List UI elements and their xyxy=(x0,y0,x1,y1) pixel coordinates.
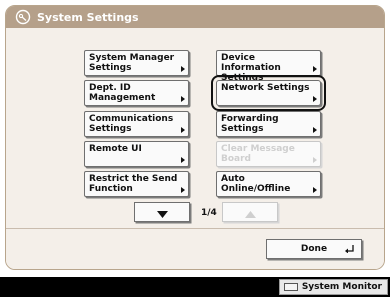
button-label: Clear Message Board xyxy=(221,144,295,164)
submenu-arrow-icon xyxy=(181,157,185,163)
system-manager-settings-button[interactable]: System Manager Settings xyxy=(84,50,189,76)
button-label: Forwarding Settings xyxy=(221,114,279,134)
submenu-arrow-icon xyxy=(313,127,317,133)
button-label: Auto Online/Offline xyxy=(221,174,291,194)
button-label: Communications Settings xyxy=(89,114,174,134)
settings-icon xyxy=(15,9,31,25)
screen: System Settings System Manager Settings … xyxy=(0,0,390,297)
submenu-arrow-icon xyxy=(181,127,185,133)
communications-settings-button[interactable]: Communications Settings xyxy=(84,111,189,137)
page-indicator: 1/4 xyxy=(201,208,217,218)
submenu-arrow-icon xyxy=(181,187,185,193)
settings-menu: System Manager Settings Dept. ID Managem… xyxy=(6,28,384,228)
submenu-arrow-icon xyxy=(181,96,185,102)
status-bar: System Monitor xyxy=(0,277,390,297)
button-label: Remote UI xyxy=(89,144,142,154)
submenu-arrow-icon xyxy=(313,157,317,163)
submenu-arrow-icon xyxy=(313,66,317,72)
remote-ui-button[interactable]: Remote UI xyxy=(84,141,189,167)
dept-id-management-button[interactable]: Dept. ID Management xyxy=(84,80,189,106)
page-up-button xyxy=(222,202,278,222)
title-bar: System Settings xyxy=(6,6,384,28)
button-label: Network Settings xyxy=(221,83,310,93)
system-monitor-button[interactable]: System Monitor xyxy=(278,279,388,295)
button-label: Dept. ID Management xyxy=(89,83,156,103)
down-arrow-icon xyxy=(156,203,168,222)
window-title: System Settings xyxy=(37,10,139,24)
button-label: Device Information Settings xyxy=(221,53,281,83)
footer: Done xyxy=(6,228,384,269)
monitor-icon xyxy=(283,283,298,291)
done-button[interactable]: Done xyxy=(266,239,362,259)
submenu-arrow-icon xyxy=(313,96,317,102)
enter-icon xyxy=(345,245,354,254)
forwarding-settings-button[interactable]: Forwarding Settings xyxy=(216,111,321,137)
auto-online-offline-button[interactable]: Auto Online/Offline xyxy=(216,171,321,197)
system-monitor-label: System Monitor xyxy=(301,282,382,292)
device-information-settings-button[interactable]: Device Information Settings xyxy=(216,50,321,83)
system-settings-window: System Settings System Manager Settings … xyxy=(5,5,385,270)
submenu-arrow-icon xyxy=(181,66,185,72)
page-down-button[interactable] xyxy=(134,202,190,222)
restrict-send-function-button[interactable]: Restrict the Send Function xyxy=(84,171,189,197)
up-arrow-icon xyxy=(244,203,256,222)
done-label: Done xyxy=(300,244,328,254)
submenu-arrow-icon xyxy=(313,187,317,193)
network-settings-button[interactable]: Network Settings xyxy=(211,75,326,111)
clear-message-board-button: Clear Message Board xyxy=(216,141,321,167)
button-label: Restrict the Send Function xyxy=(89,174,178,194)
button-label: System Manager Settings xyxy=(89,53,175,73)
